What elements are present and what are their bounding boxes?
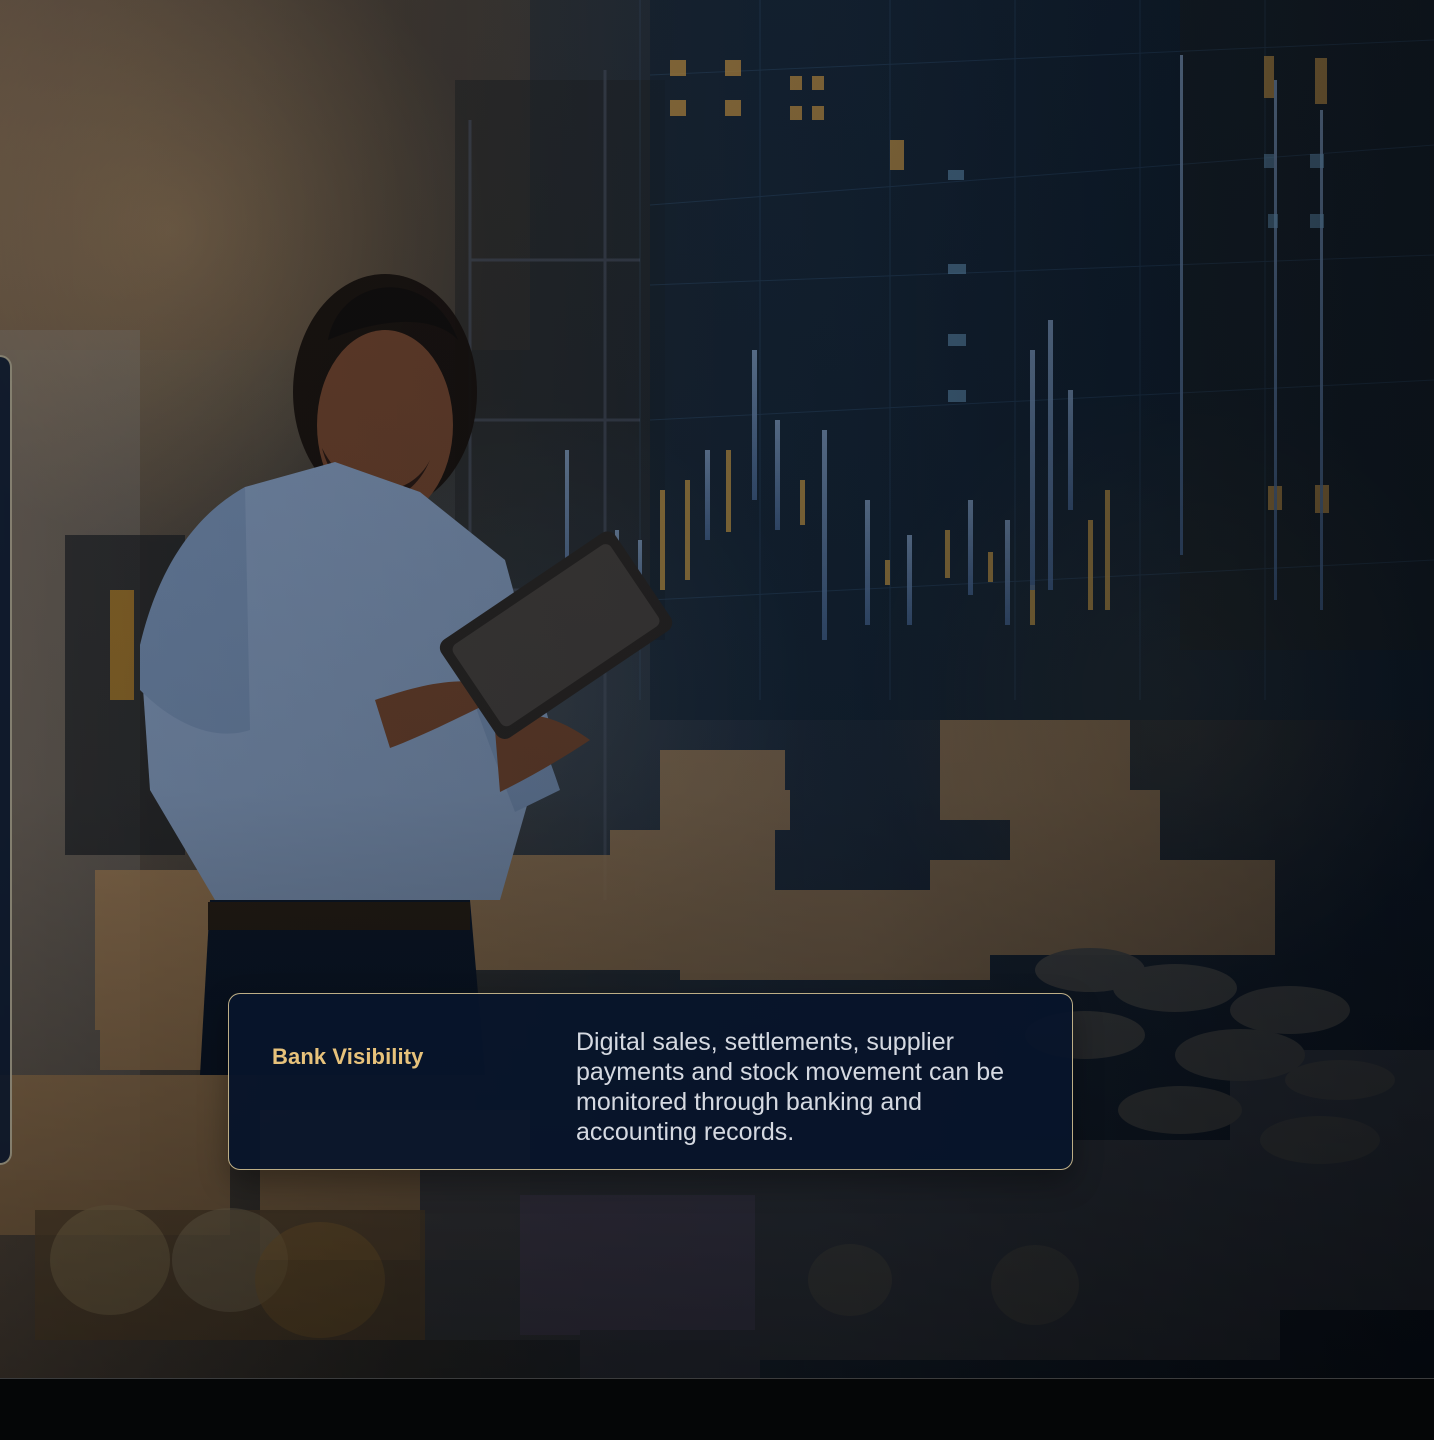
- warehouse-hero-image: Bank Visibility Digital sales, settlemen…: [0, 0, 1434, 1440]
- bottom-band: [0, 1378, 1434, 1440]
- warehouse-analytics-overlay: [0, 0, 1434, 1440]
- bank-visibility-card: Bank Visibility Digital sales, settlemen…: [228, 993, 1073, 1170]
- card-description: Digital sales, settlements, supplier pay…: [576, 1028, 1005, 1146]
- left-offscreen-card: [0, 355, 12, 1165]
- card-title: Bank Visibility: [272, 1044, 424, 1069]
